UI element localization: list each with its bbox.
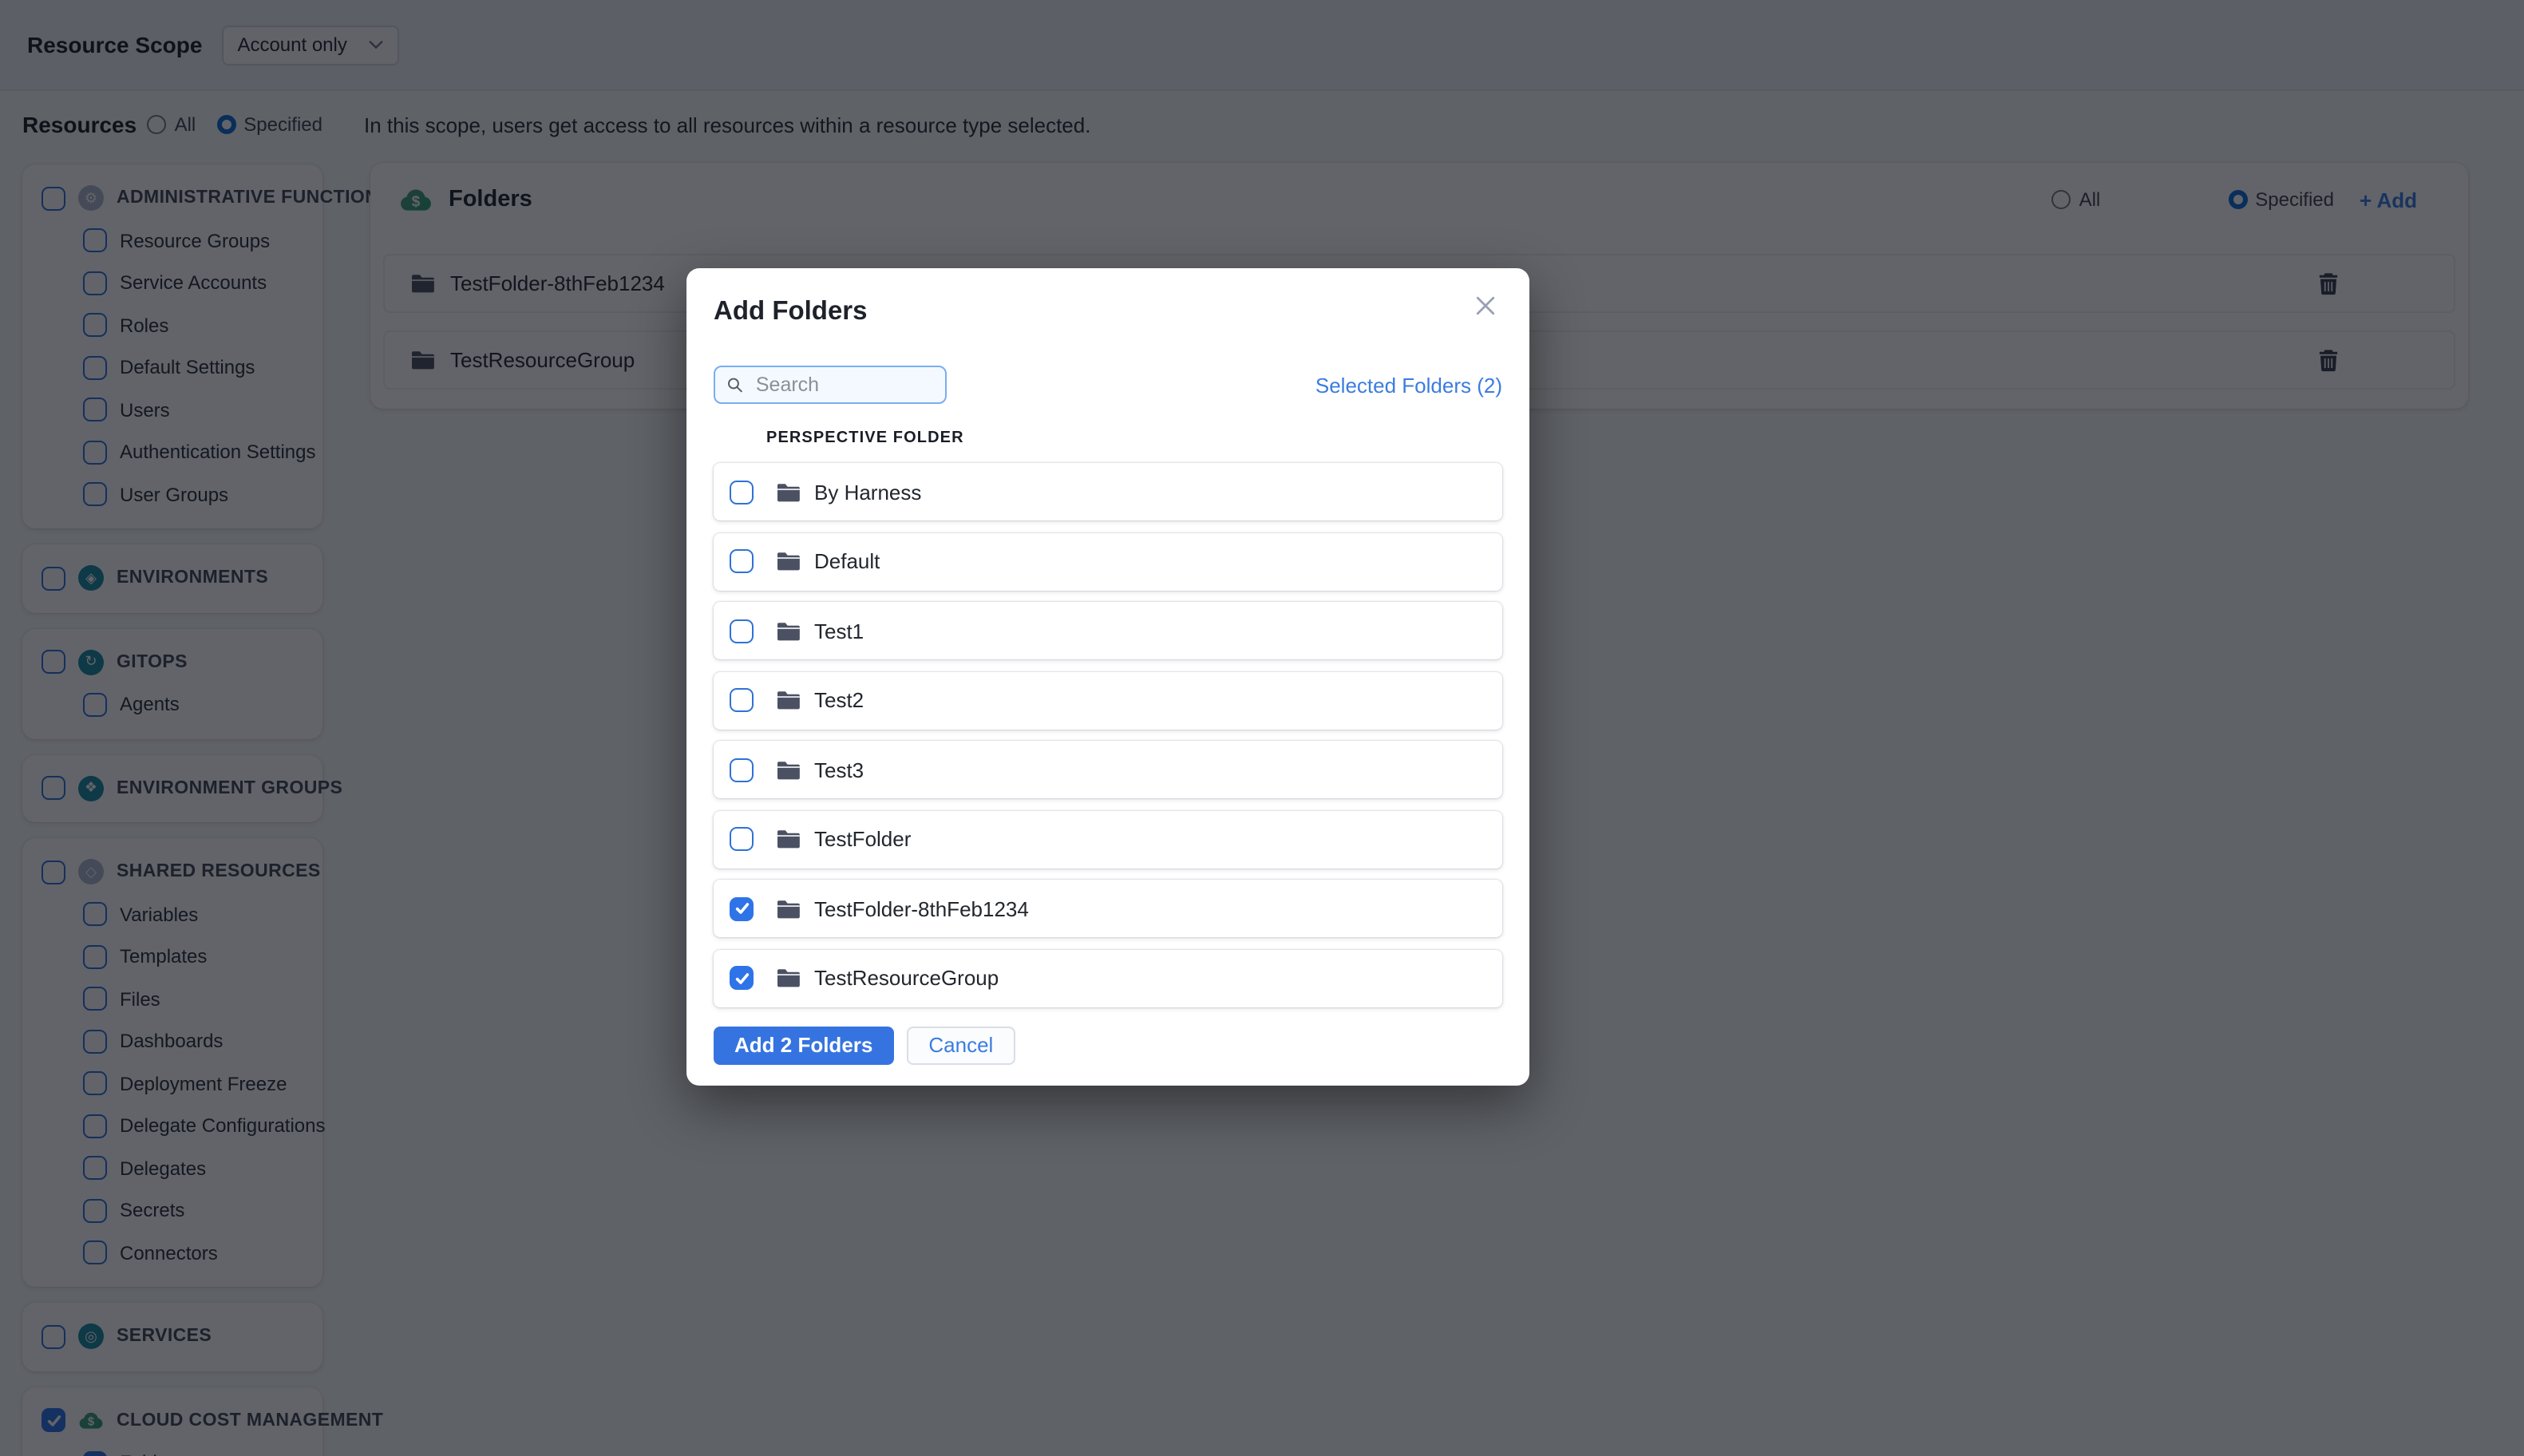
- perspective-folder-row[interactable]: By Harness: [714, 463, 1502, 520]
- folder-icon: [777, 969, 800, 987]
- search-box: [714, 366, 947, 404]
- modal-actions: Add 2 Folders Cancel: [714, 1026, 1502, 1064]
- folder-icon: [777, 900, 800, 918]
- perspective-folder-list: By Harness Default Test1 Test2 Test3 TestFold…: [714, 463, 1502, 1007]
- folder-checkbox[interactable]: [730, 758, 754, 781]
- perspective-folder-label: Default: [814, 549, 880, 573]
- perspective-folder-row[interactable]: TestFolder: [714, 810, 1502, 868]
- cancel-button[interactable]: Cancel: [906, 1026, 1016, 1064]
- perspective-folder-row[interactable]: Test1: [714, 602, 1502, 659]
- perspective-folder-row[interactable]: Test3: [714, 741, 1502, 798]
- folder-checkbox[interactable]: [730, 827, 754, 851]
- column-header: PERSPECTIVE FOLDER: [766, 429, 964, 447]
- perspective-folder-row[interactable]: Test2: [714, 671, 1502, 729]
- perspective-folder-label: TestFolder: [814, 827, 912, 851]
- add-folders-button[interactable]: Add 2 Folders: [714, 1026, 894, 1064]
- search-icon: [728, 378, 742, 393]
- folder-checkbox[interactable]: [730, 549, 754, 573]
- folder-checkbox[interactable]: [730, 896, 754, 920]
- folder-icon: [777, 622, 800, 640]
- perspective-folder-label: TestResourceGroup: [814, 966, 999, 990]
- perspective-folder-row[interactable]: Default: [714, 532, 1502, 590]
- modal-toolbar: Selected Folders (2): [714, 366, 1502, 404]
- folder-icon: [777, 830, 800, 849]
- folder-checkbox[interactable]: [730, 619, 754, 643]
- folder-icon: [777, 761, 800, 779]
- perspective-folder-row[interactable]: TestFolder-8thFeb1234: [714, 880, 1502, 937]
- perspective-folder-label: By Harness: [814, 480, 922, 504]
- folder-icon: [777, 552, 800, 571]
- perspective-folder-label: TestFolder-8thFeb1234: [814, 896, 1029, 920]
- perspective-folder-label: Test1: [814, 619, 864, 643]
- close-icon[interactable]: [1470, 291, 1501, 321]
- folder-checkbox[interactable]: [730, 480, 754, 504]
- search-input[interactable]: [752, 372, 934, 398]
- modal-title: Add Folders: [714, 297, 868, 326]
- check-icon: [734, 903, 749, 914]
- folder-icon: [777, 691, 800, 710]
- add-folders-modal: Add Folders Selected Folders (2) PERSPEC…: [686, 268, 1529, 1086]
- folder-checkbox[interactable]: [730, 688, 754, 712]
- folder-checkbox[interactable]: [730, 966, 754, 990]
- folder-icon: [777, 483, 800, 501]
- check-icon: [734, 972, 749, 983]
- page: Resource Scope Account only Resources Al…: [0, 0, 2524, 1456]
- perspective-folder-row[interactable]: TestResourceGroup: [714, 949, 1502, 1007]
- selected-folders-link[interactable]: Selected Folders (2): [1315, 373, 1502, 397]
- perspective-folder-label: Test3: [814, 758, 864, 781]
- perspective-folder-label: Test2: [814, 688, 864, 712]
